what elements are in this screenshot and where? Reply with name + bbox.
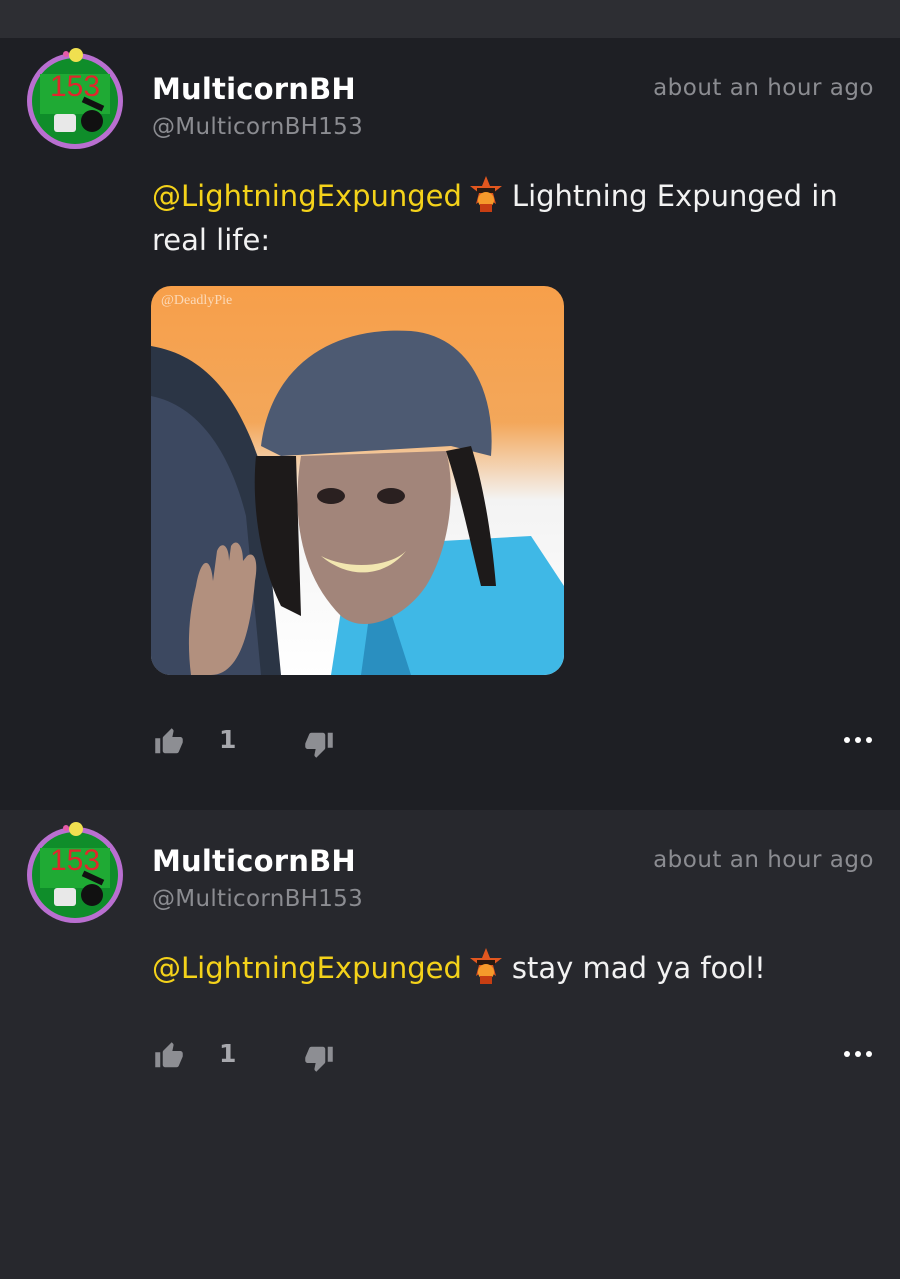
post-content: @LightningExpunged Lightning Expunged in… <box>152 174 867 262</box>
like-count: 1 <box>219 1039 237 1068</box>
post-image[interactable]: @DeadlyPie <box>151 286 564 675</box>
thumbs-down-icon[interactable] <box>304 1043 334 1073</box>
author-handle[interactable]: @MulticornBH153 <box>152 886 363 912</box>
comment-post: 153 MulticornBH @MulticornBH153 about an… <box>0 38 900 810</box>
svg-text:@DeadlyPie: @DeadlyPie <box>161 293 232 308</box>
thumbs-down-icon[interactable] <box>304 729 334 759</box>
like-count: 1 <box>219 725 237 754</box>
more-options-icon[interactable] <box>843 733 873 747</box>
user-avatar[interactable]: 153 <box>22 820 128 926</box>
comment-post: 153 MulticornBH @MulticornBH153 about an… <box>0 810 900 1279</box>
svg-text:153: 153 <box>50 70 100 103</box>
svg-text:153: 153 <box>50 844 100 877</box>
more-options-icon[interactable] <box>843 1047 873 1061</box>
post-actions: 1 <box>0 723 900 763</box>
top-bar <box>0 0 900 38</box>
user-mention[interactable]: @LightningExpunged <box>152 179 462 213</box>
post-content: @LightningExpunged stay mad ya fool! <box>152 946 867 990</box>
author-name[interactable]: MulticornBH <box>152 844 356 878</box>
user-badge-icon <box>469 948 502 984</box>
post-time: about an hour ago <box>653 75 874 101</box>
post-time: about an hour ago <box>653 847 874 873</box>
author-name[interactable]: MulticornBH <box>152 72 356 106</box>
thumbs-up-icon[interactable] <box>154 727 184 757</box>
user-avatar[interactable]: 153 <box>22 46 128 152</box>
post-actions: 1 <box>0 1037 900 1077</box>
thumbs-up-icon[interactable] <box>154 1041 184 1071</box>
user-badge-icon <box>469 176 502 212</box>
post-text: stay mad ya fool! <box>511 951 766 985</box>
user-mention[interactable]: @LightningExpunged <box>152 951 462 985</box>
author-handle[interactable]: @MulticornBH153 <box>152 114 363 140</box>
